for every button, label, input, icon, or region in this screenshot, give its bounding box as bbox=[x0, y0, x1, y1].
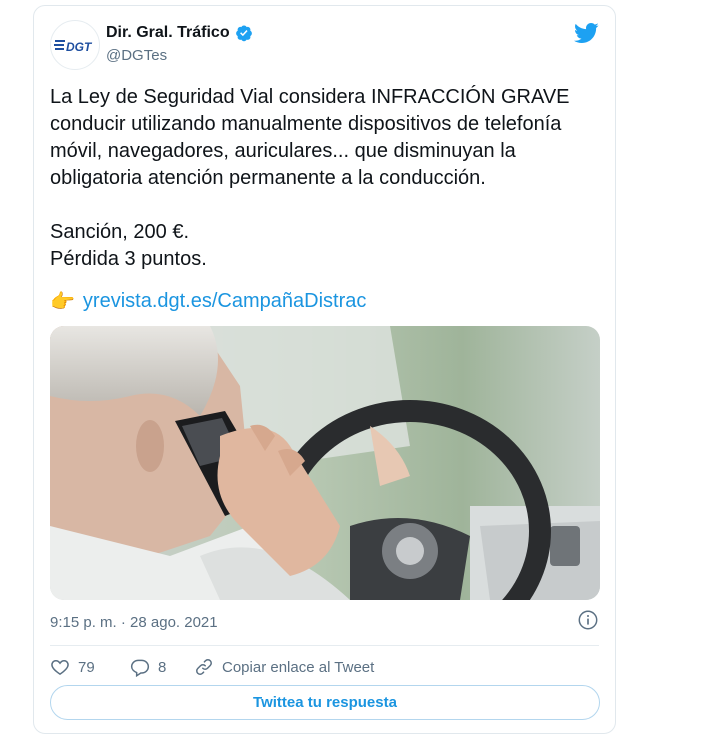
driver-on-phone-photo bbox=[50, 326, 600, 600]
divider bbox=[50, 645, 599, 646]
heart-icon[interactable] bbox=[50, 657, 70, 677]
tweet-timestamp[interactable]: 9:15 p. m. · 28 ago. 2021 bbox=[50, 614, 218, 631]
reply-action[interactable]: 8 bbox=[130, 657, 194, 677]
tweet-link[interactable]: yrevista.dgt.es/CampañaDistrac bbox=[83, 290, 366, 313]
author-name-row[interactable]: Dir. Gral. Tráfico bbox=[106, 24, 253, 42]
avatar[interactable]: DGT bbox=[50, 20, 100, 70]
tweet-line: Pérdida 3 puntos. bbox=[50, 248, 207, 270]
tweet-line: obligatoria atención permanente a la con… bbox=[50, 167, 486, 189]
tweet-line: La Ley de Seguridad Vial considera INFRA… bbox=[50, 86, 570, 108]
tweet-line: móvil, navegadores, auriculares... que d… bbox=[50, 140, 516, 162]
twitter-bird-icon[interactable] bbox=[573, 20, 599, 46]
pointing-hand-icon: 👉 bbox=[50, 291, 75, 313]
author-display-name[interactable]: Dir. Gral. Tráfico bbox=[106, 24, 230, 42]
link-icon[interactable] bbox=[194, 657, 214, 677]
verified-badge-icon bbox=[235, 25, 252, 42]
reply-count: 8 bbox=[158, 658, 167, 676]
tweet-image[interactable] bbox=[50, 326, 600, 600]
tweet-line: conducir utilizando manualmente disposit… bbox=[50, 113, 562, 135]
author-handle[interactable]: @DGTes bbox=[106, 47, 167, 64]
tweet-card: DGT Dir. Gral. Tráfico @DGTes La Ley de … bbox=[33, 5, 616, 734]
dgt-logo-text: DGT bbox=[66, 40, 93, 54]
dgt-logo-icon: DGT bbox=[54, 40, 93, 54]
tweet-actions: 79 8 Copiar enlace al Tweet bbox=[50, 654, 374, 680]
tweet-link-row: 👉 yrevista.dgt.es/CampañaDistrac bbox=[50, 289, 366, 314]
copy-link-label[interactable]: Copiar enlace al Tweet bbox=[222, 659, 374, 676]
info-icon[interactable] bbox=[577, 609, 599, 631]
like-action[interactable]: 79 bbox=[50, 657, 130, 677]
reply-bubble-icon[interactable] bbox=[130, 657, 150, 677]
like-count: 79 bbox=[78, 658, 95, 676]
tweet-line: Sanción, 200 €. bbox=[50, 221, 189, 243]
tweet-text: La Ley de Seguridad Vial considera INFRA… bbox=[50, 84, 605, 273]
reply-button[interactable]: Twittea tu respuesta bbox=[50, 685, 600, 720]
tweet-line bbox=[50, 192, 605, 219]
copy-link-action[interactable]: Copiar enlace al Tweet bbox=[194, 657, 374, 677]
